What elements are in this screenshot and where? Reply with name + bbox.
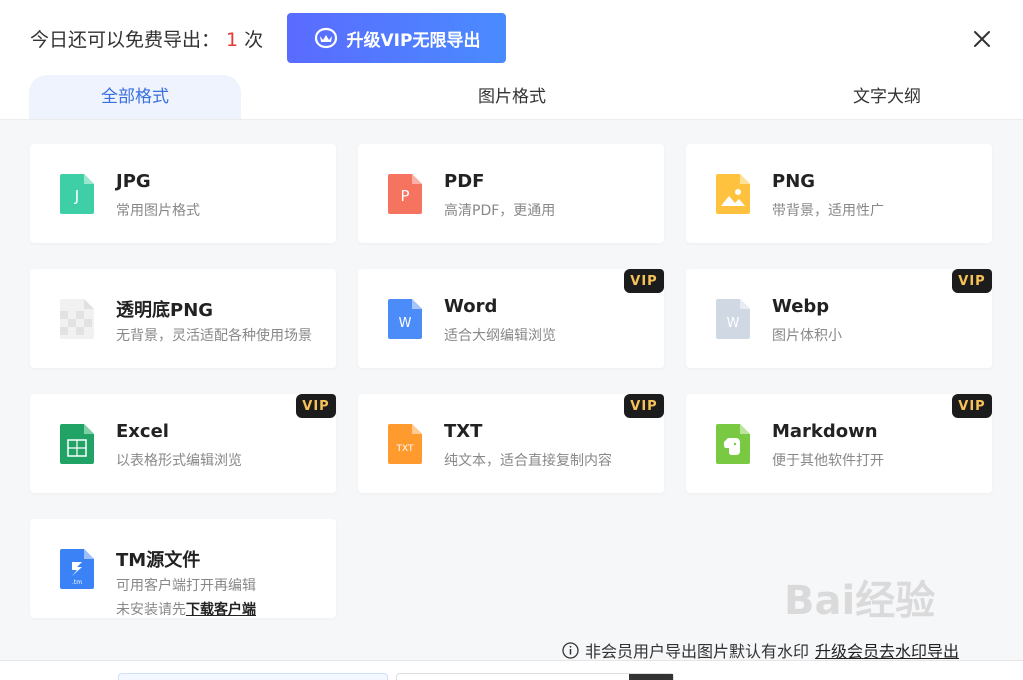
format-card-webp[interactable]: W Webp 图片体积小 VIP bbox=[686, 269, 992, 368]
tab-text-outline[interactable]: 文字大纲 bbox=[781, 75, 993, 119]
format-title: TM源文件 bbox=[116, 550, 201, 571]
format-card-png[interactable]: PNG 带背景，适用性广 bbox=[686, 144, 992, 243]
excel-file-icon bbox=[60, 424, 94, 464]
vip-badge: VIP bbox=[624, 394, 664, 418]
format-card-pdf[interactable]: P PDF 高清PDF，更通用 bbox=[358, 144, 664, 243]
txt-icon-letter: TXT bbox=[395, 444, 414, 454]
transparent-png-file-icon bbox=[60, 299, 94, 339]
format-desc: 可用客户端打开再编辑 bbox=[116, 578, 256, 594]
format-desc: 带背景，适用性广 bbox=[772, 203, 884, 219]
download-client-prefix: 未安装请先 bbox=[116, 602, 186, 618]
info-icon bbox=[562, 641, 579, 659]
quota-count: 1 bbox=[226, 29, 239, 51]
tm-file-icon: .tm bbox=[60, 549, 94, 589]
tab-image-formats[interactable]: 图片格式 bbox=[406, 75, 618, 119]
txt-file-icon: TXT bbox=[388, 424, 422, 464]
tab-all-formats[interactable]: 全部格式 bbox=[29, 75, 241, 119]
format-title: 透明底PNG bbox=[116, 300, 214, 321]
tm-icon-label: .tm bbox=[72, 579, 82, 586]
format-desc: 图片体积小 bbox=[772, 328, 842, 344]
format-desc: 常用图片格式 bbox=[116, 203, 200, 219]
dialog-header: 今日还可以免费导出： 1 次 升级VIP无限导出 bbox=[0, 0, 1023, 75]
format-desc: 适合大纲编辑浏览 bbox=[444, 328, 556, 344]
jpg-icon-letter: J bbox=[74, 187, 79, 205]
format-title: PDF bbox=[444, 171, 485, 192]
webp-icon-letter: W bbox=[727, 316, 740, 331]
format-tabs: 全部格式 图片格式 文字大纲 bbox=[0, 75, 1023, 120]
format-title: Excel bbox=[116, 421, 169, 442]
vip-crown-icon bbox=[314, 27, 337, 49]
format-card-tm[interactable]: .tm TM源文件 可用客户端打开再编辑 未安装请先下载客户端 bbox=[30, 519, 336, 618]
format-title: Word bbox=[444, 296, 498, 317]
watermark-notice-text: 非会员用户导出图片默认有水印 bbox=[585, 642, 810, 661]
jpg-file-icon: J bbox=[60, 174, 94, 214]
remove-watermark-link[interactable]: 升级会员去水印导出 bbox=[815, 638, 959, 662]
upgrade-vip-label: 升级VIP无限导出 bbox=[346, 30, 481, 51]
download-client-link[interactable]: 下载客户端 bbox=[186, 602, 256, 618]
quota-prefix: 今日还可以免费导出： bbox=[30, 29, 221, 51]
pdf-icon-letter: P bbox=[400, 187, 409, 205]
png-file-icon bbox=[716, 174, 750, 214]
download-client-hint: 未安装请先下载客户端 bbox=[116, 599, 256, 619]
quota-suffix: 次 bbox=[244, 29, 264, 51]
format-card-word[interactable]: W Word 适合大纲编辑浏览 VIP bbox=[358, 269, 664, 368]
webp-file-icon: W bbox=[716, 299, 750, 339]
format-desc: 纯文本，适合直接复制内容 bbox=[444, 453, 612, 469]
format-desc: 无背景，灵活适配各种使用场景 bbox=[116, 328, 312, 344]
upgrade-vip-button[interactable]: 升级VIP无限导出 bbox=[287, 13, 506, 63]
vip-badge: VIP bbox=[296, 394, 336, 418]
format-card-jpg[interactable]: J JPG 常用图片格式 bbox=[30, 144, 336, 243]
word-icon-letter: W bbox=[399, 316, 412, 331]
format-desc: 便于其他软件打开 bbox=[772, 453, 884, 469]
format-card-txt[interactable]: TXT TXT 纯文本，适合直接复制内容 VIP bbox=[358, 394, 664, 493]
pdf-file-icon: P bbox=[388, 174, 422, 214]
format-title: PNG bbox=[772, 171, 816, 192]
word-file-icon: W bbox=[388, 299, 422, 339]
format-title: Webp bbox=[772, 296, 830, 317]
vip-badge: VIP bbox=[952, 269, 992, 293]
format-card-excel[interactable]: Excel 以表格形式编辑浏览 VIP bbox=[30, 394, 336, 493]
bottom-action-bar bbox=[0, 660, 1023, 680]
format-card-markdown[interactable]: Markdown 便于其他软件打开 VIP bbox=[686, 394, 992, 493]
format-title: JPG bbox=[116, 171, 151, 192]
format-title: TXT bbox=[444, 421, 483, 442]
format-card-transparent-png[interactable]: 透明底PNG 无背景，灵活适配各种使用场景 bbox=[30, 269, 336, 368]
vip-badge: VIP bbox=[624, 269, 664, 293]
format-title: Markdown bbox=[772, 421, 878, 442]
free-export-quota: 今日还可以免费导出： 1 次 bbox=[30, 25, 263, 52]
format-desc: 以表格形式编辑浏览 bbox=[116, 453, 242, 469]
format-desc: 高清PDF，更通用 bbox=[444, 203, 556, 219]
close-icon[interactable] bbox=[970, 27, 994, 51]
markdown-evernote-icon bbox=[716, 424, 750, 464]
watermark-notice: 非会员用户导出图片默认有水印 升级会员去水印导出 bbox=[562, 638, 959, 662]
vip-badge: VIP bbox=[952, 394, 992, 418]
